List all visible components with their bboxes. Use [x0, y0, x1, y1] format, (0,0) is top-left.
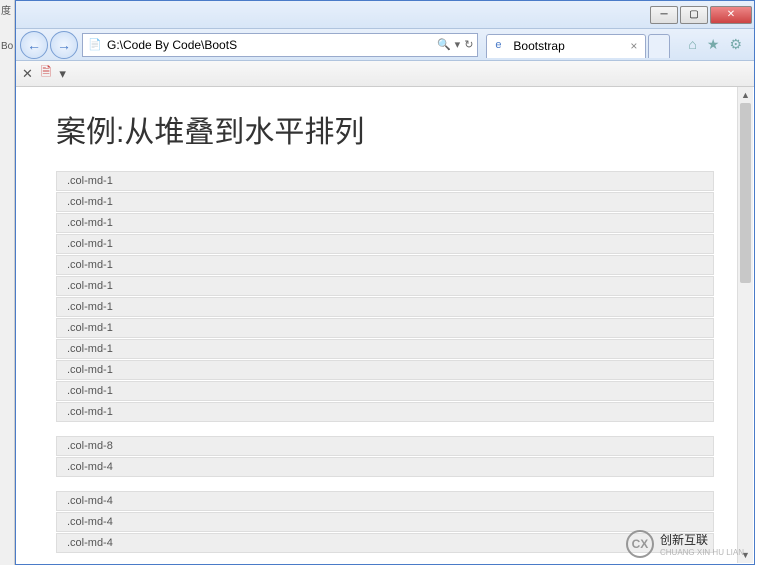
window-titlebar: ─ ▢ ✕	[16, 1, 754, 29]
watermark: CX 创新互联 CHUANG XIN HU LIAN	[626, 530, 744, 558]
grid-cell: .col-md-1	[56, 255, 714, 275]
tab-close-icon[interactable]: ×	[630, 39, 637, 53]
grid-cell: .col-md-1	[56, 402, 714, 422]
grid-cell: .col-md-1	[56, 318, 714, 338]
toolbar: ✕ 🗎 ▾	[16, 61, 754, 87]
tools-icon[interactable]: ⚙	[729, 36, 742, 53]
file-icon: 📄	[87, 37, 103, 53]
watermark-text-block: 创新互联 CHUANG XIN HU LIAN	[660, 531, 744, 557]
toolbar-close-icon[interactable]: ✕	[22, 66, 33, 82]
grid-cell: .col-md-4	[56, 457, 714, 477]
grid-cell: .col-md-1	[56, 297, 714, 317]
new-tab-button[interactable]	[648, 34, 670, 58]
address-controls: 🔍 ▾ ↻	[437, 38, 473, 51]
vertical-scrollbar[interactable]: ▲ ▼	[737, 87, 753, 563]
left-strip-text-1: 度	[0, 0, 14, 19]
grid-row-group: .col-md-1.col-md-1.col-md-1.col-md-1.col…	[56, 171, 714, 422]
favorites-icon[interactable]: ★	[707, 36, 720, 53]
close-button[interactable]: ✕	[710, 6, 752, 24]
tab-area: e Bootstrap ×	[486, 32, 686, 58]
page-content: 案例:从堆叠到水平排列 .col-md-1.col-md-1.col-md-1.…	[16, 87, 754, 564]
grid-cell: .col-md-1	[56, 381, 714, 401]
grid-example-container: .col-md-1.col-md-1.col-md-1.col-md-1.col…	[56, 171, 714, 564]
left-strip-text-2: Bo	[0, 39, 14, 54]
maximize-button[interactable]: ▢	[680, 6, 708, 24]
arrow-right-icon: →	[57, 37, 71, 53]
grid-cell: .col-md-1	[56, 276, 714, 296]
watermark-subtext: CHUANG XIN HU LIAN	[660, 548, 744, 557]
grid-cell: .col-md-1	[56, 339, 714, 359]
refresh-icon[interactable]: ↻	[464, 38, 473, 51]
browser-window: ─ ▢ ✕ ← → 📄 G:\Code By Code\BootS 🔍 ▾ ↻ …	[15, 0, 755, 565]
pdf-convert-icon[interactable]: 🗎	[41, 63, 51, 85]
grid-cell: .col-md-1	[56, 213, 714, 233]
arrow-left-icon: ←	[27, 37, 41, 53]
grid-cell: .col-md-1	[56, 234, 714, 254]
scroll-thumb[interactable]	[740, 103, 751, 283]
grid-cell: .col-md-1	[56, 360, 714, 380]
address-text: G:\Code By Code\BootS	[107, 38, 437, 52]
forward-button[interactable]: →	[50, 31, 78, 59]
grid-row-group: .col-md-8.col-md-4	[56, 436, 714, 477]
browser-tab[interactable]: e Bootstrap ×	[486, 34, 646, 58]
grid-cell: .col-md-1	[56, 171, 714, 191]
watermark-text: 创新互联	[660, 533, 708, 547]
page-title: 案例:从堆叠到水平排列	[56, 107, 714, 151]
scroll-up-icon[interactable]: ▲	[738, 87, 753, 103]
home-icon[interactable]: ⌂	[688, 36, 696, 53]
navigation-bar: ← → 📄 G:\Code By Code\BootS 🔍 ▾ ↻ e Boot…	[16, 29, 754, 61]
left-app-strip: 度 Bo	[0, 0, 15, 565]
minimize-button[interactable]: ─	[650, 6, 678, 24]
search-icon[interactable]: 🔍	[437, 38, 451, 51]
grid-cell: .col-md-4	[56, 491, 714, 511]
dropdown-icon[interactable]: ▾	[455, 38, 461, 51]
grid-cell: .col-md-4	[56, 512, 714, 532]
address-bar[interactable]: 📄 G:\Code By Code\BootS 🔍 ▾ ↻	[82, 33, 478, 57]
back-button[interactable]: ←	[20, 31, 48, 59]
titlebar-icons: ⌂ ★ ⚙	[688, 36, 750, 53]
tab-title: Bootstrap	[513, 39, 564, 53]
grid-row-group: .col-md-4.col-md-4.col-md-4	[56, 491, 714, 553]
toolbar-dropdown-icon[interactable]: ▾	[59, 66, 66, 82]
grid-cell: .col-md-1	[56, 192, 714, 212]
grid-cell: .col-md-4	[56, 533, 714, 553]
ie-icon: e	[495, 39, 509, 53]
watermark-logo: CX	[626, 530, 654, 558]
grid-cell: .col-md-8	[56, 436, 714, 456]
